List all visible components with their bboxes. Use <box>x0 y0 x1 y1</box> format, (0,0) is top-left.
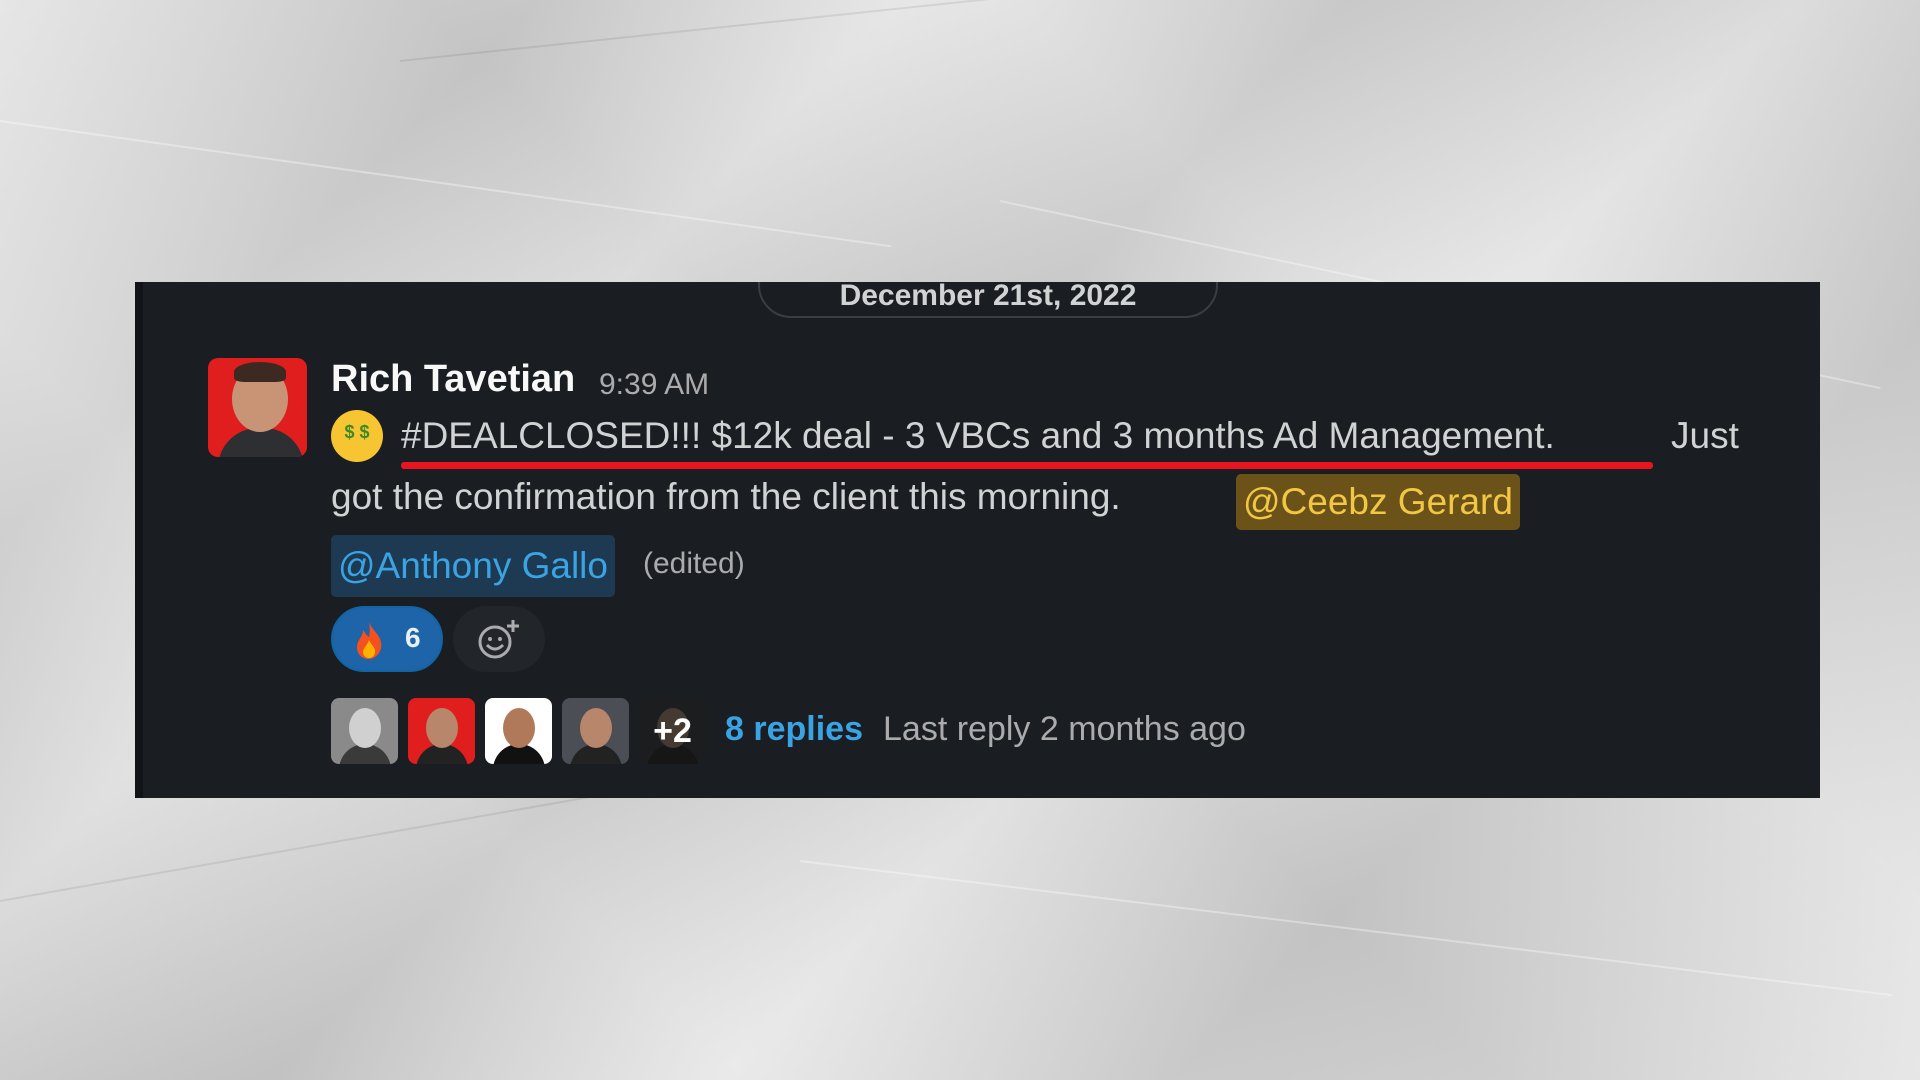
highlight-underline <box>401 462 1653 469</box>
mention-ceebz-gerard[interactable]: @Ceebz Gerard <box>1236 474 1520 530</box>
date-divider[interactable]: December 21st, 2022 <box>758 282 1218 318</box>
reply-avatar-more[interactable]: +2 <box>639 698 706 764</box>
reply-avatar[interactable] <box>485 698 552 764</box>
reply-avatar[interactable] <box>408 698 475 764</box>
reply-avatar[interactable] <box>331 698 398 764</box>
paper-crease <box>799 860 1892 997</box>
author-avatar[interactable] <box>208 358 307 457</box>
author-name[interactable]: Rich Tavetian <box>331 358 575 401</box>
money-mouth-face-icon: $ $ <box>331 410 383 462</box>
message-text-line1: #DEALCLOSED!!! $12k deal - 3 VBCs and 3 … <box>401 415 1555 456</box>
last-reply-time: Last reply 2 months ago <box>883 710 1246 748</box>
fire-icon <box>357 622 382 659</box>
message-panel: December 21st, 2022 Rich Tavetian 9:39 A… <box>135 282 1820 798</box>
paper-crease <box>399 0 1594 62</box>
add-reaction-button[interactable] <box>453 606 545 672</box>
reaction-count: 6 <box>405 622 421 653</box>
reaction-fire[interactable]: 6 <box>331 606 443 672</box>
edited-label: (edited) <box>643 547 745 580</box>
message-timestamp[interactable]: 9:39 AM <box>599 368 709 402</box>
paper-crease <box>0 120 892 248</box>
message-text-line1-tail: Just <box>1671 415 1739 456</box>
mention-anthony-gallo[interactable]: @Anthony Gallo <box>331 535 615 597</box>
add-emoji-icon <box>478 620 519 659</box>
reply-avatar[interactable] <box>562 698 629 764</box>
thread-replies-link[interactable]: 8 replies <box>725 710 863 749</box>
extra-participants-count: +2 <box>639 698 706 764</box>
message-text-line2: got the confirmation from the client thi… <box>331 476 1121 517</box>
